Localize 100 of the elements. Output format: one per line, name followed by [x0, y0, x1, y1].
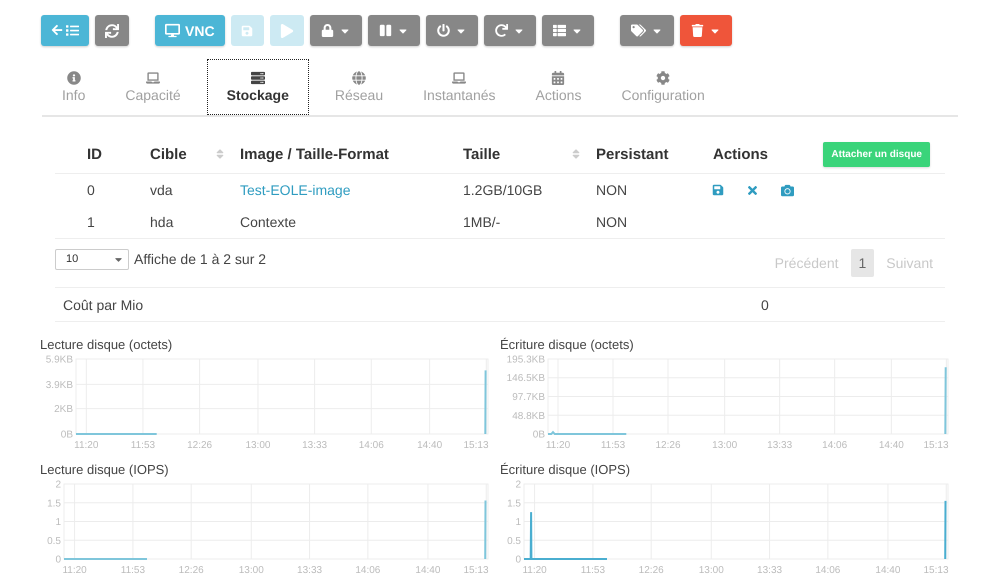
axis-label: 14:06	[822, 440, 848, 451]
column-header[interactable]: Persistant	[596, 146, 669, 162]
tab[interactable]: Actions	[516, 59, 602, 115]
toolbar-button[interactable]	[41, 15, 89, 46]
toolbar-button[interactable]	[310, 15, 362, 46]
toolbar-button[interactable]	[542, 15, 594, 46]
table-cell: NON	[596, 214, 628, 230]
table-cell: 1.2GB/10GB	[463, 182, 542, 198]
axis-label: 0	[55, 554, 61, 566]
chart-title: Lecture disque (IOPS)	[40, 462, 170, 479]
axis-label: 15:13	[923, 565, 949, 576]
axis-label: 2	[515, 480, 521, 490]
toolbar-button[interactable]: VNC	[155, 15, 225, 46]
axis-label: 14:06	[815, 565, 840, 576]
axis-label: 0B	[60, 430, 73, 440]
page-number[interactable]: 1	[850, 249, 874, 277]
axis-label: 13:33	[757, 565, 782, 576]
axis-label: 14:40	[417, 440, 442, 451]
settings-icon	[656, 71, 670, 85]
table-cell: NON	[596, 182, 628, 198]
lock-icon	[320, 24, 334, 37]
axis-label: 11:53	[580, 565, 606, 576]
tab-label: Capacité	[125, 87, 181, 103]
toolbar-button[interactable]	[484, 15, 536, 46]
tab[interactable]: Capacité	[105, 59, 201, 115]
axis-label: 14:06	[355, 565, 380, 576]
table-cell: vda	[150, 182, 173, 198]
tab-label: Configuration	[621, 87, 705, 103]
tab[interactable]: Configuration	[601, 59, 725, 115]
tab-label: Actions	[536, 87, 582, 103]
chart-title: Écriture disque (IOPS)	[500, 462, 632, 479]
chart-title: Écriture disque (octets)	[500, 337, 635, 354]
axis-label: 0.5	[507, 536, 521, 547]
axis-label: 14:40	[878, 440, 904, 451]
axis-label: 15:13	[463, 440, 489, 451]
axis-label: 2	[55, 480, 61, 490]
camera-icon[interactable]	[781, 184, 794, 196]
axis-label: 11:20	[546, 440, 570, 451]
info-icon	[66, 71, 81, 85]
toolbar-button[interactable]	[680, 15, 732, 46]
axis-label: 1.5	[47, 498, 61, 510]
tab[interactable]: Info	[42, 59, 106, 115]
close-icon[interactable]	[746, 184, 759, 196]
save-icon[interactable]	[712, 184, 724, 196]
axis-label: 13:33	[302, 440, 328, 451]
axis-label: 97.7KB	[512, 392, 545, 403]
calendar-icon	[551, 71, 566, 85]
play-icon	[280, 24, 294, 38]
axis-label: 12:26	[655, 440, 681, 451]
server-icon	[250, 71, 265, 85]
pagination-info: Affiche de 1 à 2 sur 2	[134, 251, 266, 267]
axis-label: 0.5	[47, 536, 61, 547]
axis-label: 13:33	[297, 565, 322, 576]
list-icon	[552, 24, 566, 37]
axis-label: 11:20	[74, 440, 98, 451]
axis-label: 14:40	[875, 565, 900, 576]
laptop-icon	[452, 71, 466, 85]
table-cell: 1	[87, 214, 95, 230]
laptop-icon	[146, 71, 160, 85]
monitor-icon	[165, 23, 180, 38]
tab-label: Réseau	[334, 87, 384, 103]
column-header[interactable]: Image / Taille-Format	[240, 146, 389, 162]
tags-icon	[630, 23, 646, 38]
table-cell: hda	[150, 214, 174, 230]
axis-label: 13:00	[245, 440, 270, 451]
column-header[interactable]: Cible	[150, 146, 187, 162]
axis-label: 11:53	[130, 440, 156, 451]
table-cell: Contexte	[240, 214, 296, 230]
column-header[interactable]: Taille	[463, 146, 500, 162]
tab[interactable]: Stockage	[206, 59, 309, 115]
axis-label: 1.5	[507, 498, 521, 510]
toolbar-button[interactable]	[368, 15, 420, 46]
tab-label: Stockage	[226, 87, 289, 103]
axis-label: 11:20	[522, 565, 547, 576]
image-link[interactable]: Test-EOLE-image	[240, 182, 350, 198]
pause-icon	[378, 24, 392, 37]
column-header[interactable]: ID	[87, 146, 102, 162]
page-size-select[interactable]: 10	[55, 248, 129, 270]
power-icon	[436, 24, 450, 37]
axis-label: 11:53	[600, 440, 626, 451]
refresh-icon	[105, 24, 119, 38]
tab[interactable]: Réseau	[314, 59, 404, 115]
cost-label: Coût par Mio	[62, 296, 144, 312]
toolbar-button[interactable]	[95, 15, 129, 46]
axis-label: 1	[55, 517, 61, 528]
axis-label: 11:20	[62, 565, 87, 576]
axis-label: 1	[515, 517, 521, 528]
tab[interactable]: Instantanés	[403, 59, 516, 115]
redo-icon	[494, 24, 508, 37]
toolbar-button[interactable]	[426, 15, 478, 46]
axis-label: 15:13	[923, 440, 949, 451]
axis-label: 13:33	[767, 440, 792, 451]
toolbar-button[interactable]	[620, 15, 674, 46]
axis-label: 11:53	[120, 565, 146, 576]
axis-label: 48.8KB	[512, 410, 545, 422]
table-cell: 0	[87, 182, 95, 198]
globe-icon	[352, 71, 366, 85]
axis-label: 13:00	[698, 565, 724, 576]
attach-disk-button[interactable]: Attacher un disque	[823, 142, 930, 166]
axis-label: 14:06	[358, 440, 384, 451]
